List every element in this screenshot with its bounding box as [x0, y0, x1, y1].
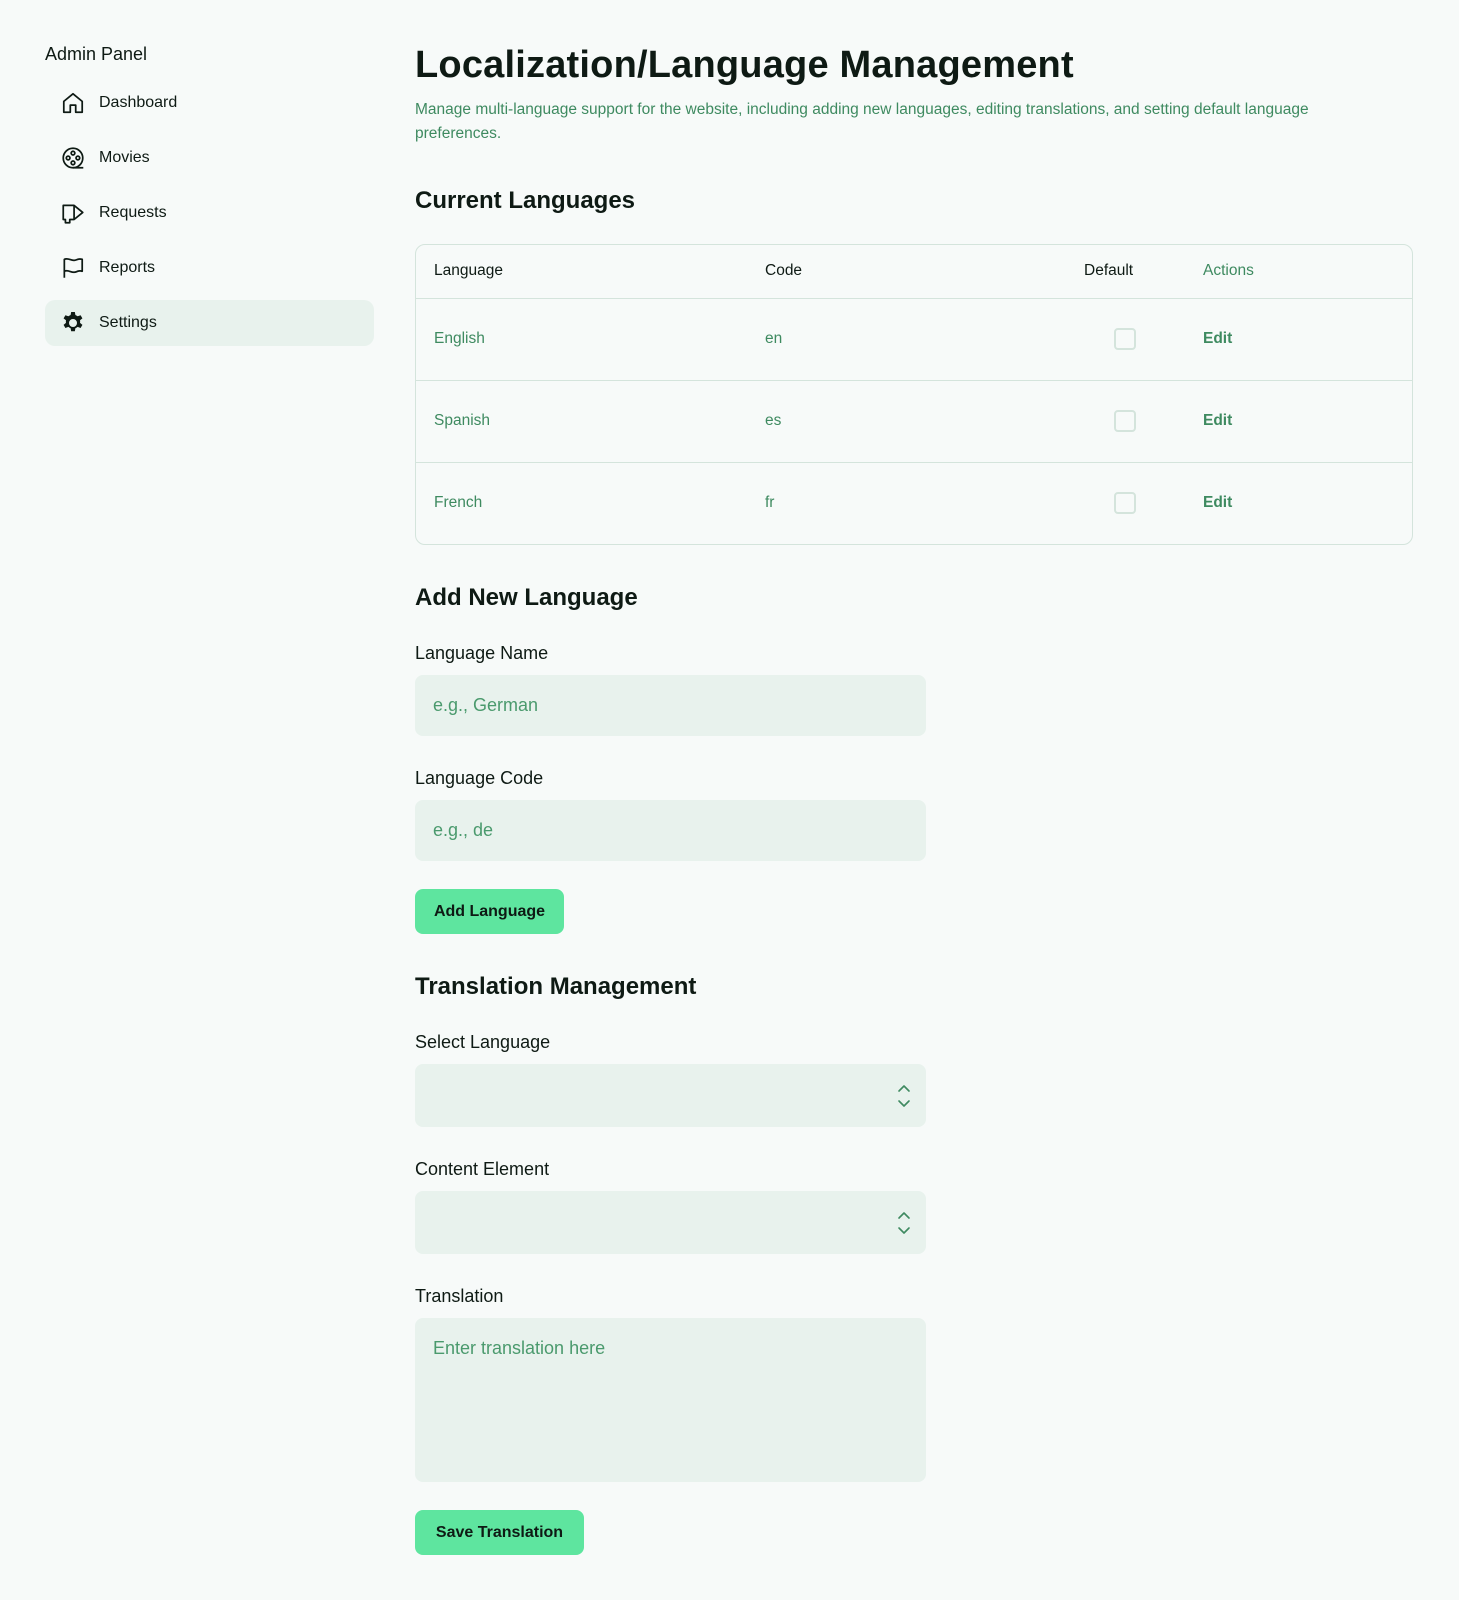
language-name-input[interactable] [415, 675, 926, 736]
default-cell [1066, 379, 1185, 462]
sidebar-item-label: Reports [99, 259, 156, 276]
table-row: English en Edit [416, 297, 1412, 380]
default-cell [1066, 461, 1185, 544]
translation-textarea[interactable] [415, 1318, 926, 1482]
language-cell: French [416, 461, 747, 544]
gear-icon [60, 310, 86, 336]
language-code-input[interactable] [415, 800, 926, 861]
sidebar-item-dashboard[interactable]: Dashboard [45, 80, 374, 126]
edit-link[interactable]: Edit [1185, 461, 1412, 544]
content-element-label: Content Element [415, 1159, 550, 1179]
sidebar-item-movies[interactable]: Movies [45, 135, 374, 181]
language-code-label: Language Code [415, 768, 544, 788]
sidebar-item-label: Settings [99, 314, 157, 331]
column-header-default: Default [1084, 262, 1134, 280]
edit-link[interactable]: Edit [1185, 379, 1412, 462]
page-title: Localization/Language Management [415, 44, 1074, 86]
column-header-language: Language [434, 262, 503, 280]
column-header-code: Code [765, 262, 803, 280]
sidebar-item-settings[interactable]: Settings [45, 300, 374, 346]
column-header-actions: Actions [1203, 262, 1254, 280]
select-language-label: Select Language [415, 1032, 551, 1052]
add-language-button[interactable]: Add Language [415, 889, 564, 934]
table-header-row: Language Code Default Actions [416, 245, 1412, 298]
up-down-chevron-icon [896, 1209, 912, 1237]
sidebar: Admin Panel Dashboard Movies Requests Re… [45, 42, 374, 355]
select-language-dropdown[interactable] [415, 1064, 926, 1127]
sidebar-item-label: Dashboard [99, 94, 178, 111]
home-icon [60, 90, 86, 116]
content-element-dropdown[interactable] [415, 1191, 926, 1254]
film-reel-icon [60, 145, 86, 171]
sidebar-item-label: Movies [99, 149, 150, 166]
code-cell: fr [747, 461, 1066, 544]
language-cell: English [416, 297, 747, 380]
page-description: Manage multi-language support for the we… [415, 101, 1309, 142]
sidebar-item-label: Requests [99, 204, 167, 221]
sidebar-item-requests[interactable]: Requests [45, 190, 374, 236]
languages-table: Language Code Default Actions English en… [415, 244, 1413, 545]
edit-link[interactable]: Edit [1185, 297, 1412, 380]
table-row: French fr Edit [416, 461, 1412, 544]
translation-label: Translation [415, 1286, 504, 1306]
translation-management-title: Translation Management [415, 973, 697, 1000]
code-cell: en [747, 297, 1066, 380]
code-cell: es [747, 379, 1066, 462]
save-translation-button[interactable]: Save Translation [415, 1510, 584, 1555]
default-checkbox[interactable] [1114, 328, 1136, 350]
sidebar-title: Admin Panel [45, 44, 148, 64]
default-checkbox[interactable] [1114, 410, 1136, 432]
current-languages-title: Current Languages [415, 187, 636, 214]
language-name-label: Language Name [415, 643, 549, 663]
add-language-title: Add New Language [415, 584, 638, 611]
main-content: Localization/Language Management Manage … [415, 42, 1413, 1555]
flag-icon [60, 255, 86, 281]
table-row: Spanish es Edit [416, 379, 1412, 462]
megaphone-icon [60, 200, 86, 226]
default-checkbox[interactable] [1114, 492, 1136, 515]
default-cell [1066, 297, 1185, 380]
up-down-chevron-icon [896, 1082, 912, 1110]
language-cell: Spanish [416, 379, 747, 462]
sidebar-item-reports[interactable]: Reports [45, 245, 374, 291]
